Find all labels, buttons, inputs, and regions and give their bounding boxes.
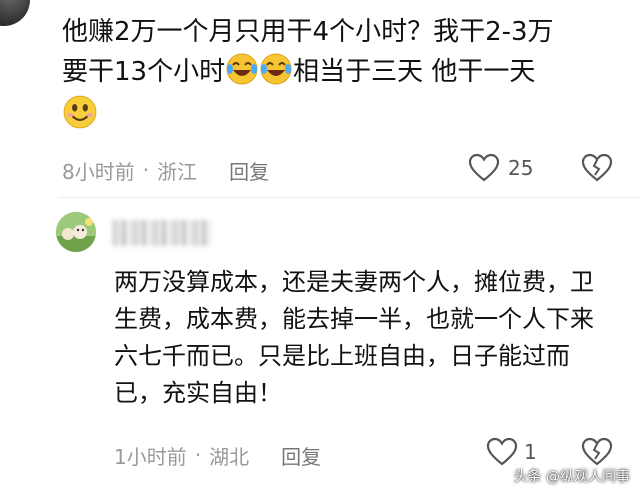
- meta-separator: ·: [142, 158, 150, 182]
- comment-line: 他赚2万一个月只用干4个小时？我干2-3万: [62, 17, 554, 47]
- like-button[interactable]: 25: [468, 153, 533, 183]
- comment-divider: [58, 197, 640, 198]
- dislike-button[interactable]: [581, 437, 613, 467]
- heart-icon: [486, 437, 518, 466]
- comment-meta: 8小时前 · 浙江 回复: [62, 155, 269, 185]
- comment-text: 他赚2万一个月只用干4个小时？我干2-3万 要干13个小时 相当于三天 他干一天: [62, 12, 627, 136]
- comment-location: 湖北: [209, 444, 250, 469]
- meta-separator: ·: [194, 443, 202, 467]
- reply-button[interactable]: 回复: [229, 156, 269, 185]
- comment-time: 8小时前: [62, 159, 135, 184]
- comment-text-segment: 要干13个小时: [62, 57, 226, 87]
- comment-page: 他赚2万一个月只用干4个小时？我干2-3万 要干13个小时 相当于三天 他干一天: [0, 0, 640, 496]
- smile-emoji-icon: [63, 95, 97, 129]
- like-count: 25: [508, 156, 534, 180]
- broken-heart-icon: [581, 153, 613, 182]
- comment-meta: 1小时前 · 湖北 回复: [114, 440, 321, 470]
- laughing-crying-emoji-icon: [260, 53, 292, 85]
- like-count: 1: [524, 440, 537, 464]
- comment-location: 浙江: [157, 159, 198, 184]
- comment-text: 两万没算成本，还是夫妻两个人，摊位费，卫生费，成本费，能去掉一半，也就一个人下来…: [114, 268, 594, 407]
- commenter-avatar[interactable]: [0, 0, 30, 26]
- comment-time: 1小时前: [114, 444, 187, 469]
- broken-heart-icon: [581, 437, 613, 466]
- reply-button[interactable]: 回复: [281, 441, 321, 470]
- dislike-button[interactable]: [581, 153, 613, 183]
- comment-text-segment: 相当于三天 他干一天: [293, 57, 536, 87]
- commenter-avatar[interactable]: [56, 212, 96, 252]
- laughing-crying-emoji-icon: [226, 53, 258, 85]
- comment-line: 要干13个小时 相当于三天 他干一天: [62, 52, 627, 92]
- watermark: 头条 @纵观人间事: [514, 466, 630, 486]
- avatar-image: [56, 212, 96, 252]
- heart-icon: [468, 153, 500, 182]
- commenter-name-blurred[interactable]: [112, 220, 212, 246]
- like-button[interactable]: 1: [486, 437, 537, 467]
- comment-line: [62, 92, 627, 136]
- watermark-text: 头条 @纵观人间事: [513, 469, 630, 485]
